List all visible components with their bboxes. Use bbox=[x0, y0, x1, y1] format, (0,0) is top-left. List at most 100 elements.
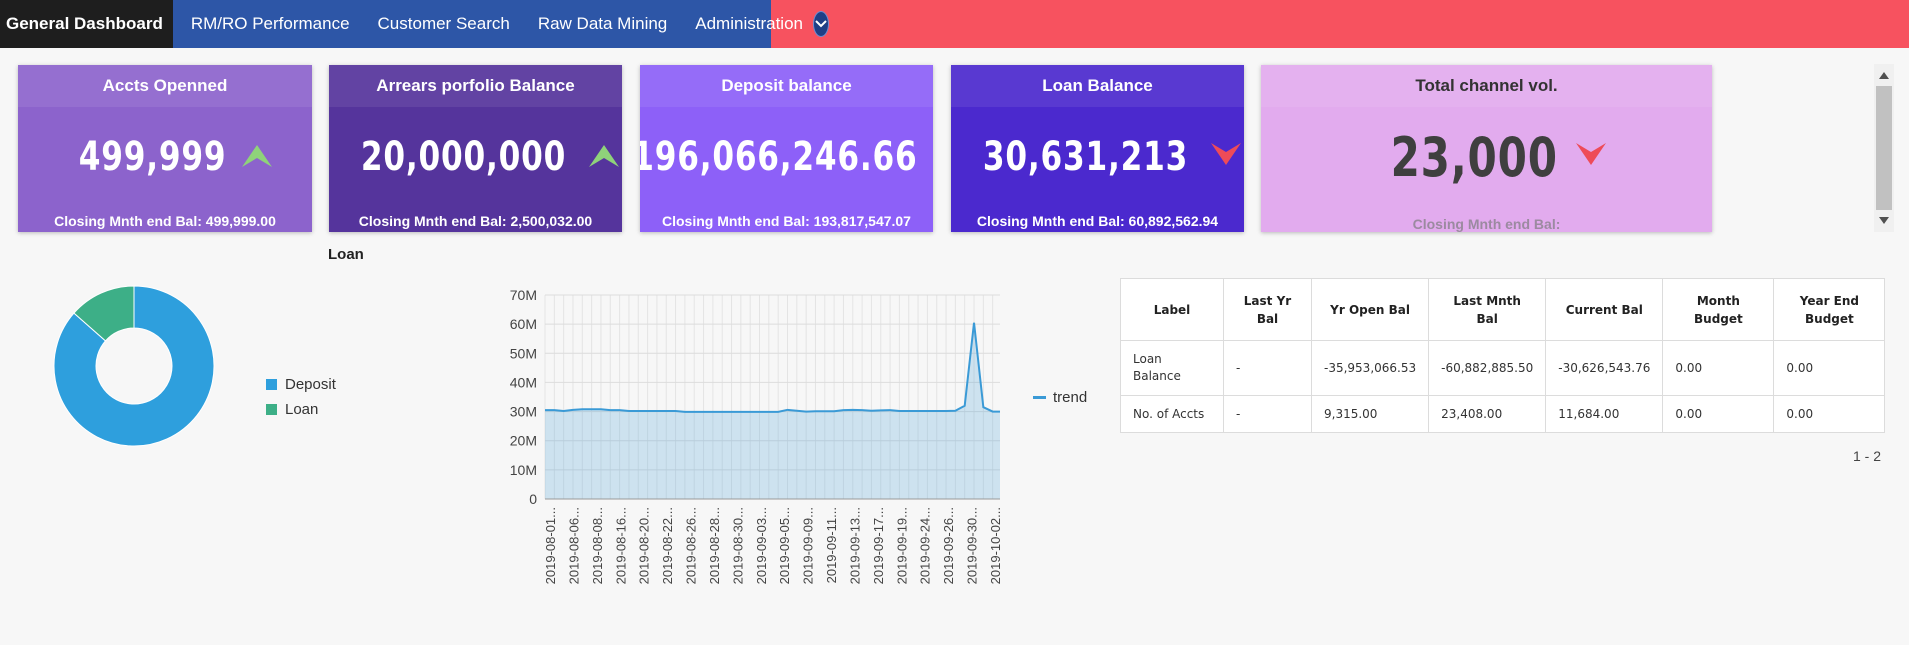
trend-up-icon bbox=[241, 143, 272, 172]
x-tick-label: 2019-08-30... bbox=[730, 507, 745, 584]
cell: Loan Balance bbox=[1120, 340, 1224, 396]
y-tick-label: 40M bbox=[510, 374, 537, 390]
cell: 0.00 bbox=[1662, 340, 1775, 396]
cell: 0.00 bbox=[1773, 395, 1886, 433]
cell: 0.00 bbox=[1773, 340, 1886, 396]
legend-label: Loan bbox=[285, 401, 319, 418]
tab-customer-search[interactable]: Customer Search bbox=[364, 0, 524, 48]
tab-rm-ro-performance[interactable]: RM/RO Performance bbox=[177, 0, 364, 48]
cell: 0.00 bbox=[1662, 395, 1775, 433]
x-tick-label: 2019-08-26... bbox=[684, 507, 699, 584]
top-nav-bar: General Dashboard RM/RO Performance Cust… bbox=[0, 0, 1909, 48]
col-yr-open-bal[interactable]: Yr Open Bal bbox=[1310, 278, 1430, 341]
col-year-end-budget[interactable]: Year End Budget bbox=[1773, 278, 1886, 341]
cell: - bbox=[1223, 340, 1312, 396]
kpi-title: Loan Balance bbox=[951, 65, 1244, 107]
legend-swatch bbox=[266, 404, 277, 415]
kpi-value: 30,631,213 bbox=[982, 134, 1189, 180]
donut-chart bbox=[53, 285, 215, 447]
y-tick-label: 30M bbox=[510, 404, 537, 420]
kpi-scrollbar[interactable] bbox=[1874, 64, 1894, 232]
kpi-value: 499,999 bbox=[79, 134, 227, 180]
trend-legend-swatch bbox=[1033, 396, 1046, 399]
section-title: Loan bbox=[328, 246, 364, 263]
cell: -60,882,885.50 bbox=[1428, 340, 1547, 396]
legend-swatch bbox=[266, 379, 277, 390]
kpi-card-deposit-balance: Deposit balance 196,066,246.66 Closing M… bbox=[640, 65, 933, 232]
x-tick-label: 2019-09-05... bbox=[777, 507, 792, 584]
y-tick-label: 10M bbox=[510, 462, 537, 478]
x-tick-label: 2019-09-26... bbox=[941, 507, 956, 584]
y-tick-label: 70M bbox=[510, 287, 537, 303]
trend-down-icon bbox=[1575, 142, 1606, 172]
cell: - bbox=[1223, 395, 1312, 433]
x-tick-label: 2019-09-03... bbox=[754, 507, 769, 584]
donut-legend: Deposit Loan bbox=[266, 372, 336, 422]
cell: 11,684.00 bbox=[1545, 395, 1664, 433]
scroll-down-icon[interactable] bbox=[1879, 217, 1889, 225]
kpi-card-total-channel-vol: Total channel vol. 23,000 Closing Mnth e… bbox=[1261, 65, 1712, 232]
trend-line[interactable] bbox=[545, 322, 1000, 413]
trend-up-icon bbox=[589, 143, 620, 172]
legend-item-deposit[interactable]: Deposit bbox=[266, 372, 336, 397]
cell: No. of Accts bbox=[1120, 395, 1224, 433]
trend-area-chart: 0 10M 20M 30M 40M 50M 60M 70M 2019-08-01... 2019-… bbox=[510, 287, 1000, 584]
y-tick-label: 0 bbox=[529, 491, 537, 507]
col-label[interactable]: Label bbox=[1120, 278, 1224, 341]
trend-legend[interactable]: trend bbox=[1033, 389, 1087, 406]
x-tick-label: 2019-08-20... bbox=[637, 507, 652, 584]
col-month-budget[interactable]: Month Budget bbox=[1662, 278, 1775, 341]
x-tick-label: 2019-10-02... bbox=[988, 507, 1000, 584]
x-tick-label: 2019-08-28... bbox=[707, 507, 722, 584]
x-tick-label: 2019-08-06... bbox=[566, 507, 581, 584]
col-last-mnth-bal[interactable]: Last Mnth Bal bbox=[1428, 278, 1547, 341]
scroll-thumb[interactable] bbox=[1876, 86, 1892, 210]
kpi-footer: Closing Mnth end Bal: 193,817,547.07 bbox=[662, 213, 911, 229]
table-row[interactable]: No. of Accts - 9,315.00 23,408.00 11,684… bbox=[1120, 395, 1886, 433]
x-tick-label: 2019-08-08... bbox=[590, 507, 605, 584]
tab-general-dashboard[interactable]: General Dashboard bbox=[0, 0, 173, 48]
kpi-card-arrears-balance: Arrears porfolio Balance 20,000,000 Clos… bbox=[329, 65, 622, 232]
table-pager: 1 - 2 bbox=[1853, 448, 1882, 464]
table-row[interactable]: Loan Balance - -35,953,066.53 -60,882,88… bbox=[1120, 340, 1886, 396]
x-tick-label: 2019-09-30... bbox=[965, 507, 980, 584]
scroll-up-icon[interactable] bbox=[1879, 71, 1889, 79]
x-tick-label: 2019-09-17... bbox=[871, 507, 886, 584]
kpi-footer: Closing Mnth end Bal: 499,999.00 bbox=[54, 213, 276, 229]
kpi-title: Deposit balance bbox=[640, 65, 933, 107]
balance-table: Label Last Yr Bal Yr Open Bal Last Mnth … bbox=[1120, 278, 1886, 433]
y-tick-label: 20M bbox=[510, 433, 537, 449]
x-tick-label: 2019-09-19... bbox=[894, 507, 909, 584]
x-tick-label: 2019-08-01... bbox=[543, 507, 558, 584]
kpi-value: 23,000 bbox=[1390, 125, 1559, 189]
kpi-card-loan-balance: Loan Balance 30,631,213 Closing Mnth end… bbox=[951, 65, 1244, 232]
x-tick-label: 2019-09-13... bbox=[847, 507, 862, 584]
kpi-footer: Closing Mnth end Bal: 2,500,032.00 bbox=[358, 213, 593, 229]
kpi-value: 20,000,000 bbox=[360, 134, 567, 180]
col-last-yr-bal[interactable]: Last Yr Bal bbox=[1223, 278, 1312, 341]
col-current-bal[interactable]: Current Bal bbox=[1545, 278, 1664, 341]
legend-label: Deposit bbox=[285, 376, 336, 393]
trend-legend-label: trend bbox=[1053, 389, 1088, 406]
cell: -30,626,543.76 bbox=[1545, 340, 1664, 396]
kpi-footer: Closing Mnth end Bal: 60,892,562.94 bbox=[976, 213, 1219, 229]
tab-raw-data-mining[interactable]: Raw Data Mining bbox=[524, 0, 681, 48]
x-tick-label: 2019-08-22... bbox=[660, 507, 675, 584]
cell: -35,953,066.53 bbox=[1310, 340, 1430, 396]
x-tick-label: 2019-09-09... bbox=[801, 507, 816, 584]
legend-item-loan[interactable]: Loan bbox=[266, 397, 336, 422]
kpi-title: Total channel vol. bbox=[1261, 65, 1712, 107]
kpi-title: Accts Openned bbox=[18, 65, 312, 107]
y-tick-label: 50M bbox=[510, 345, 537, 361]
tab-administration[interactable]: Administration bbox=[681, 0, 809, 48]
kpi-value: 196,066,246.66 bbox=[640, 134, 918, 180]
kpi-footer: Closing Mnth end Bal: bbox=[1412, 216, 1561, 232]
cell: 23,408.00 bbox=[1428, 395, 1547, 433]
cell: 9,315.00 bbox=[1310, 395, 1430, 433]
trend-down-icon bbox=[1211, 142, 1242, 172]
dashboard-app: General Dashboard RM/RO Performance Cust… bbox=[0, 0, 1909, 645]
chevron-down-icon[interactable] bbox=[812, 11, 829, 37]
x-tick-label: 2019-09-24... bbox=[918, 507, 933, 584]
x-tick-label: 2019-09-11... bbox=[824, 507, 839, 583]
table-header-row: Label Last Yr Bal Yr Open Bal Last Mnth … bbox=[1120, 278, 1886, 341]
